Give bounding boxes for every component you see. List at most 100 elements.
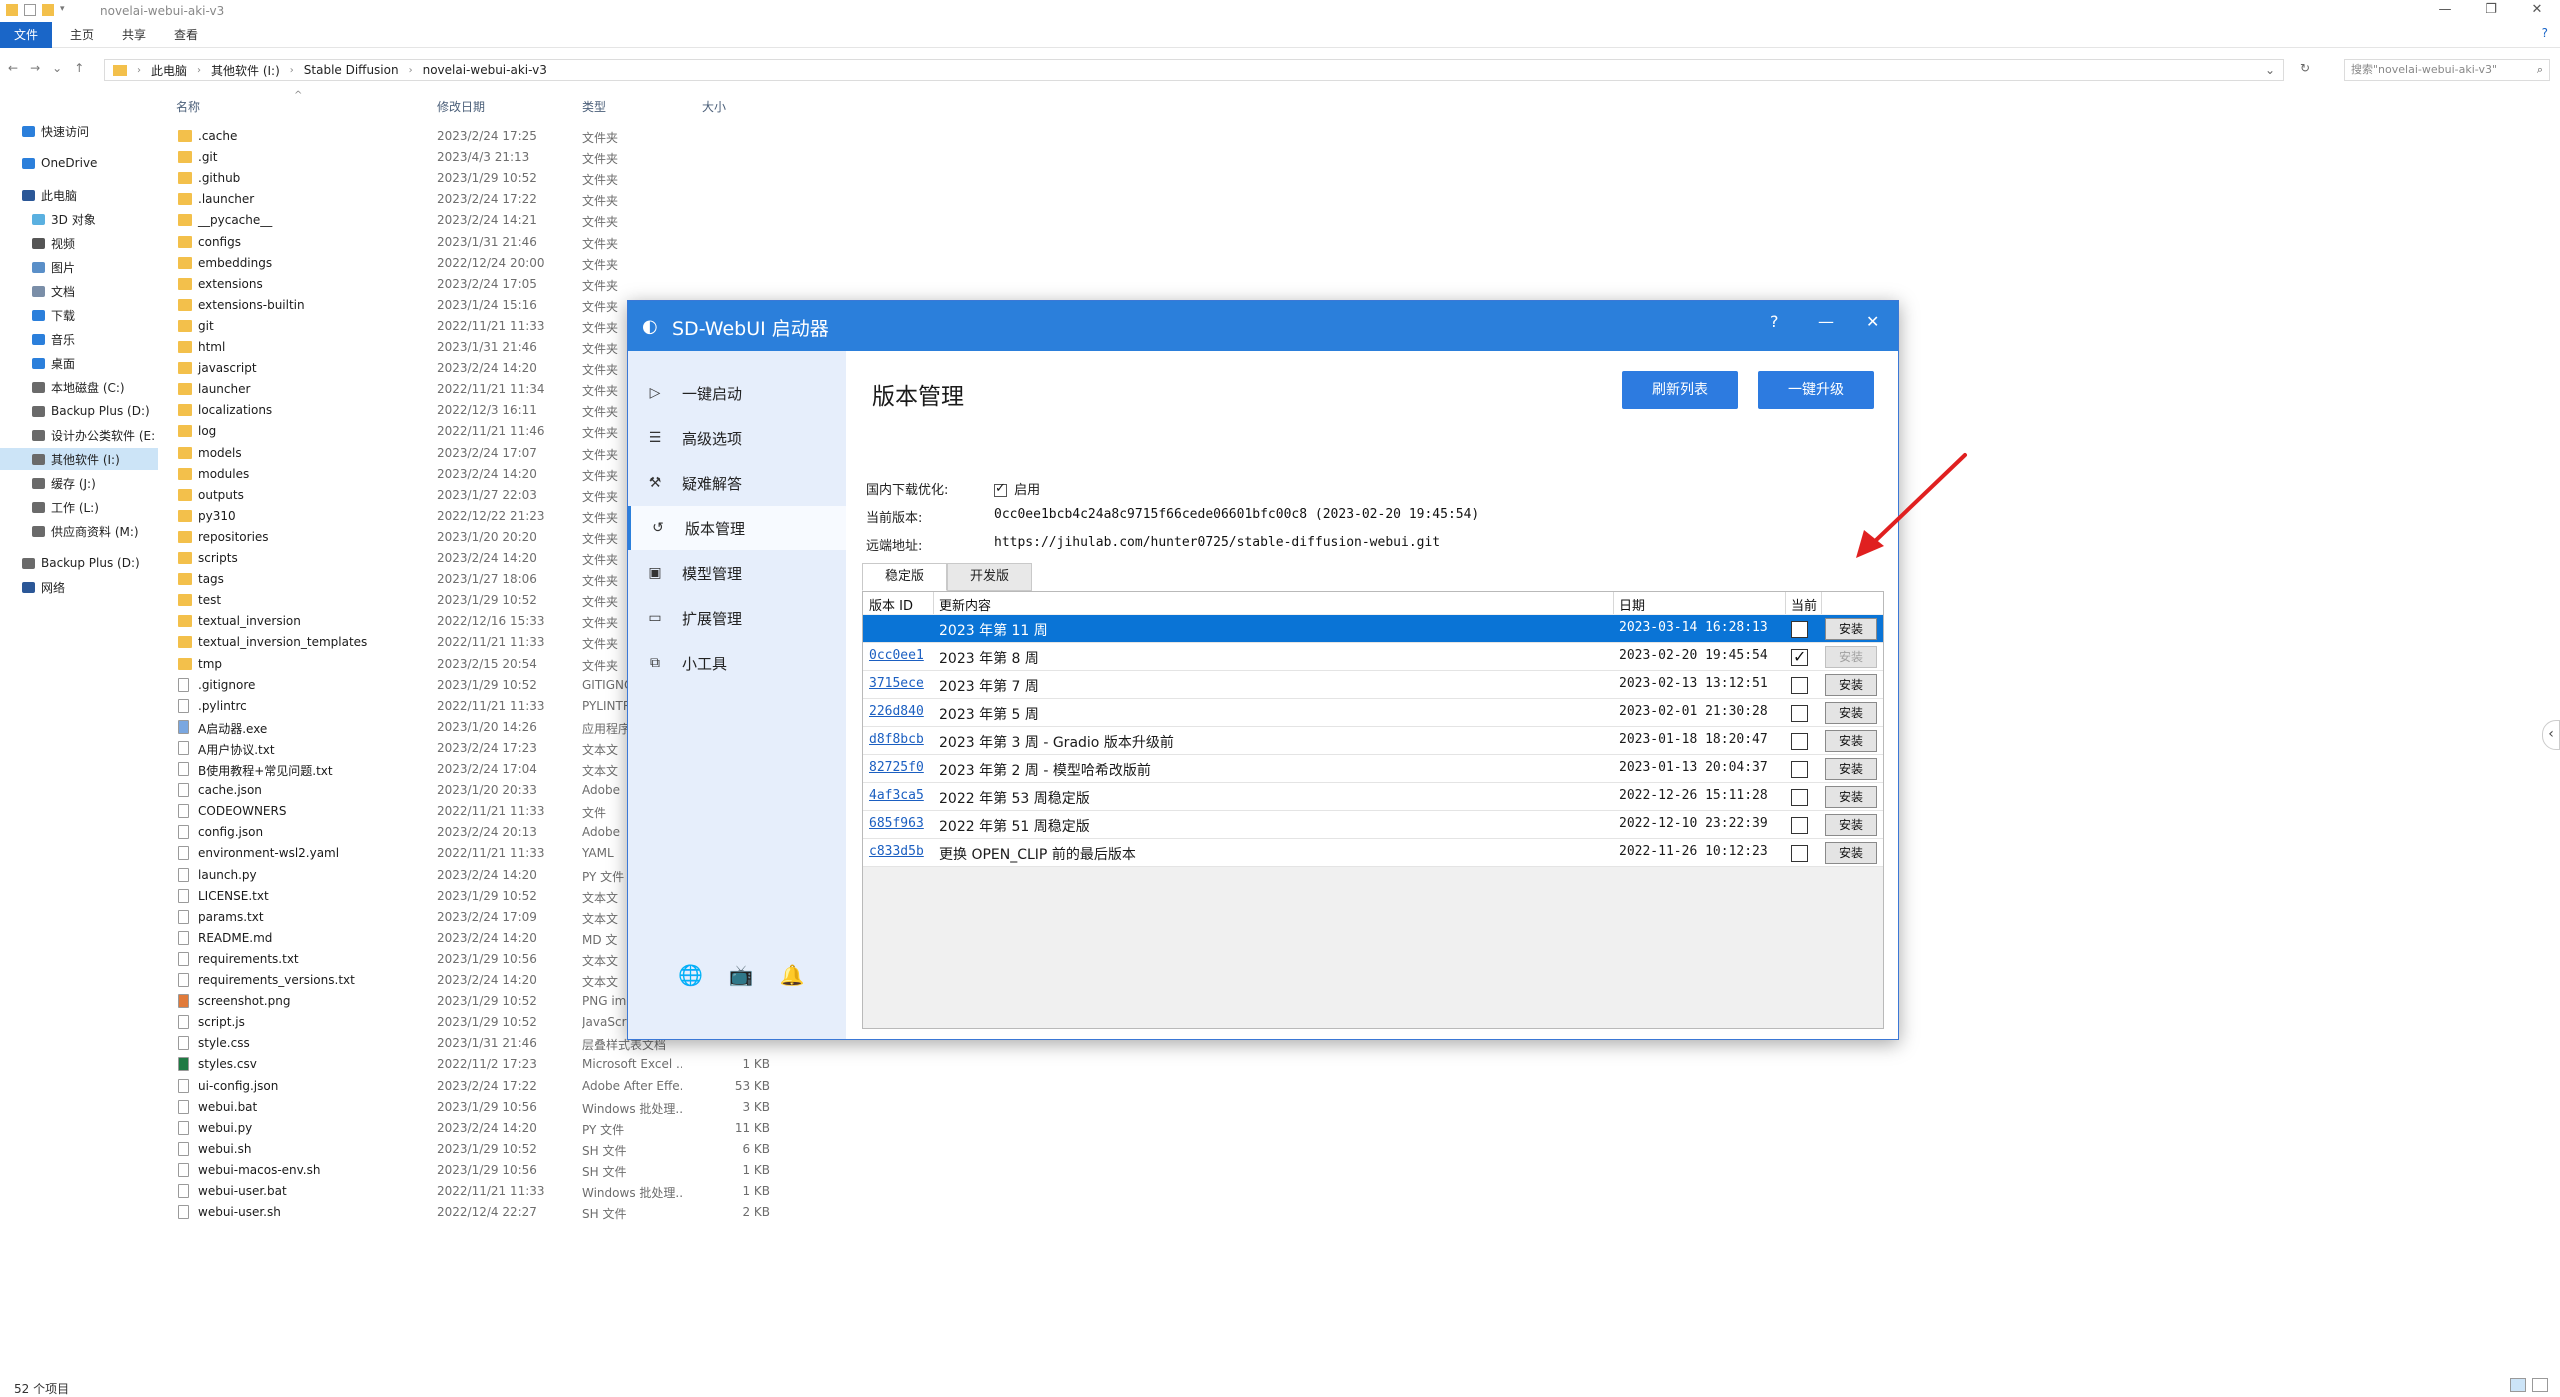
current-checkbox[interactable] — [1791, 845, 1808, 862]
file-row[interactable]: __pycache__ 2023/2/24 14:21 文件夹 — [170, 210, 870, 231]
minimize-button[interactable]: — — [1818, 312, 1834, 331]
current-checkbox[interactable] — [1791, 621, 1808, 638]
install-button[interactable]: 安装 — [1825, 618, 1877, 640]
version-id-link[interactable]: 0cc0ee1 — [869, 648, 924, 663]
table-row[interactable]: d8f8bcb 2023 年第 3 周 - Gradio 版本升级前 2023-01… — [863, 727, 1883, 755]
refresh-list-button[interactable]: 刷新列表 — [1622, 371, 1738, 409]
install-button[interactable]: 安装 — [1825, 758, 1877, 780]
globe-icon[interactable]: 🌐 — [678, 963, 703, 987]
current-checkbox[interactable] — [1791, 647, 1808, 666]
nav-item[interactable]: 设计办公类软件 (E: — [0, 424, 158, 446]
version-id-link[interactable]: 4af3ca5 — [869, 788, 924, 803]
file-row[interactable]: webui-user.bat 2022/11/21 11:33 Windows 批处… — [170, 1181, 870, 1202]
up-arrow-icon[interactable]: ↑ — [74, 61, 84, 75]
close-button[interactable]: ✕ — [2514, 0, 2560, 22]
file-row[interactable]: webui.sh 2023/1/29 10:52 SH 文件 6 KB — [170, 1139, 870, 1160]
sidebar-item[interactable]: ▣ 模型管理 — [628, 551, 846, 595]
tab-stable[interactable]: 稳定版 — [862, 563, 948, 591]
version-id-link[interactable]: 226d840 — [869, 704, 924, 719]
column-header-date[interactable]: 日期 — [1619, 595, 1645, 614]
table-row[interactable]: 4af3ca5 2022 年第 53 周稳定版 2022-12-26 15:11:2… — [863, 783, 1883, 811]
nav-item[interactable]: 文档 — [0, 280, 158, 302]
file-row[interactable]: .cache 2023/2/24 17:25 文件夹 — [170, 126, 870, 147]
version-id-link[interactable]: c833d5b — [869, 844, 924, 859]
tab-dev[interactable]: 开发版 — [947, 563, 1033, 591]
file-row[interactable]: ui-config.json 2023/2/24 17:22 Adobe After… — [170, 1076, 870, 1097]
chevron-left-icon[interactable]: ‹ — [2542, 720, 2560, 750]
table-row[interactable]: 82725f0 2023 年第 2 周 - 模型哈希改版前 2023-01-13 2… — [863, 755, 1883, 783]
column-header-size[interactable]: 大小 — [702, 96, 726, 118]
nav-item[interactable]: 快速访问 — [0, 120, 158, 142]
sidebar-item[interactable]: ⧉ 小工具 — [628, 641, 846, 685]
breadcrumb-item[interactable]: 其他软件 (I:) — [211, 62, 280, 79]
sidebar-item[interactable]: ▷ 一键启动 — [628, 371, 846, 415]
tab-home[interactable]: 主页 — [56, 22, 108, 48]
tab-view[interactable]: 查看 — [160, 22, 212, 48]
nav-item[interactable]: 工作 (L:) — [0, 496, 158, 518]
install-button[interactable]: 安装 — [1825, 842, 1877, 864]
file-row[interactable]: embeddings 2022/12/24 20:00 文件夹 — [170, 253, 870, 274]
minimize-button[interactable]: — — [2422, 0, 2468, 22]
table-row[interactable]: c833d5b 更换 OPEN_CLIP 前的最后版本 2022-11-26 10:… — [863, 839, 1883, 867]
chevron-down-icon[interactable]: ▾ — [60, 4, 68, 16]
breadcrumb-item[interactable]: novelai-webui-aki-v3 — [423, 63, 547, 77]
current-checkbox[interactable] — [1791, 677, 1808, 694]
file-row[interactable]: extensions 2023/2/24 17:05 文件夹 — [170, 274, 870, 295]
one-click-upgrade-button[interactable]: 一键升级 — [1758, 371, 1874, 409]
sidebar-item[interactable]: ▭ 扩展管理 — [628, 596, 846, 640]
download-opt-checkbox[interactable]: 启用 — [994, 479, 1040, 498]
column-header-name[interactable]: 名称 — [176, 96, 200, 118]
nav-item[interactable]: Backup Plus (D:) — [0, 552, 158, 574]
close-button[interactable]: ✕ — [1866, 312, 1879, 331]
current-checkbox[interactable] — [1791, 733, 1808, 750]
nav-item[interactable]: 图片 — [0, 256, 158, 278]
back-arrow-icon[interactable]: ← — [8, 61, 18, 75]
column-header-type[interactable]: 类型 — [582, 96, 606, 118]
large-icons-view-icon[interactable] — [2532, 1378, 2548, 1392]
nav-item[interactable]: 其他软件 (I:) — [0, 448, 158, 470]
install-button[interactable]: 安装 — [1825, 730, 1877, 752]
breadcrumb[interactable]: › 此电脑 › 其他软件 (I:) › Stable Diffusion › n… — [104, 59, 2284, 81]
install-button[interactable]: 安装 — [1825, 702, 1877, 724]
table-row[interactable]: 2023 年第 11 周 2023-03-14 16:28:13 安装 — [863, 615, 1883, 643]
version-id-link[interactable]: 685f963 — [869, 816, 924, 831]
install-button[interactable]: 安装 — [1825, 674, 1877, 696]
current-checkbox[interactable] — [1791, 705, 1808, 722]
recent-dropdown-icon[interactable]: ⌄ — [52, 61, 62, 75]
current-checkbox[interactable] — [1791, 817, 1808, 834]
install-button[interactable]: 安装 — [1825, 646, 1877, 668]
current-checkbox[interactable] — [1791, 761, 1808, 778]
file-row[interactable]: .git 2023/4/3 21:13 文件夹 — [170, 147, 870, 168]
version-id-link[interactable]: 3715ece — [869, 676, 924, 691]
qq-icon[interactable]: 🔔 — [780, 963, 805, 987]
sidebar-item[interactable]: ☰ 高级选项 — [628, 416, 846, 460]
column-header-desc[interactable]: 更新内容 — [939, 595, 991, 614]
refresh-icon[interactable]: ↻ — [2300, 61, 2310, 75]
breadcrumb-item[interactable]: 此电脑 — [151, 62, 187, 79]
column-header-date[interactable]: 修改日期 — [437, 96, 485, 118]
column-header-id[interactable]: 版本 ID — [869, 595, 913, 614]
tab-share[interactable]: 共享 — [108, 22, 160, 48]
nav-item[interactable]: 视频 — [0, 232, 158, 254]
file-row[interactable]: .github 2023/1/29 10:52 文件夹 — [170, 168, 870, 189]
nav-item[interactable]: Backup Plus (D:) — [0, 400, 158, 422]
new-folder-icon[interactable] — [42, 4, 54, 16]
nav-item[interactable]: 网络 — [0, 576, 158, 598]
file-row[interactable]: webui-user.sh 2022/12/4 22:27 SH 文件 2 KB — [170, 1202, 870, 1223]
table-row[interactable]: 0cc0ee1 2023 年第 8 周 2023-02-20 19:45:54 安装 — [863, 643, 1883, 671]
maximize-button[interactable]: ❐ — [2468, 0, 2514, 22]
details-view-icon[interactable] — [2510, 1378, 2526, 1392]
sidebar-item[interactable]: ↺ 版本管理 — [628, 506, 846, 550]
nav-item[interactable]: 缓存 (J:) — [0, 472, 158, 494]
current-checkbox[interactable] — [1791, 789, 1808, 806]
help-button[interactable]: ? — [1770, 312, 1779, 331]
version-id-link[interactable]: d8f8bcb — [869, 732, 924, 747]
file-row[interactable]: configs 2023/1/31 21:46 文件夹 — [170, 232, 870, 253]
forward-arrow-icon[interactable]: → — [30, 61, 40, 75]
nav-item[interactable]: 此电脑 — [0, 184, 158, 206]
nav-item[interactable]: 3D 对象 — [0, 208, 158, 230]
install-button[interactable]: 安装 — [1825, 786, 1877, 808]
tab-file[interactable]: 文件 — [0, 22, 53, 48]
table-row[interactable]: 226d840 2023 年第 5 周 2023-02-01 21:30:28 安装 — [863, 699, 1883, 727]
file-row[interactable]: .launcher 2023/2/24 17:22 文件夹 — [170, 189, 870, 210]
